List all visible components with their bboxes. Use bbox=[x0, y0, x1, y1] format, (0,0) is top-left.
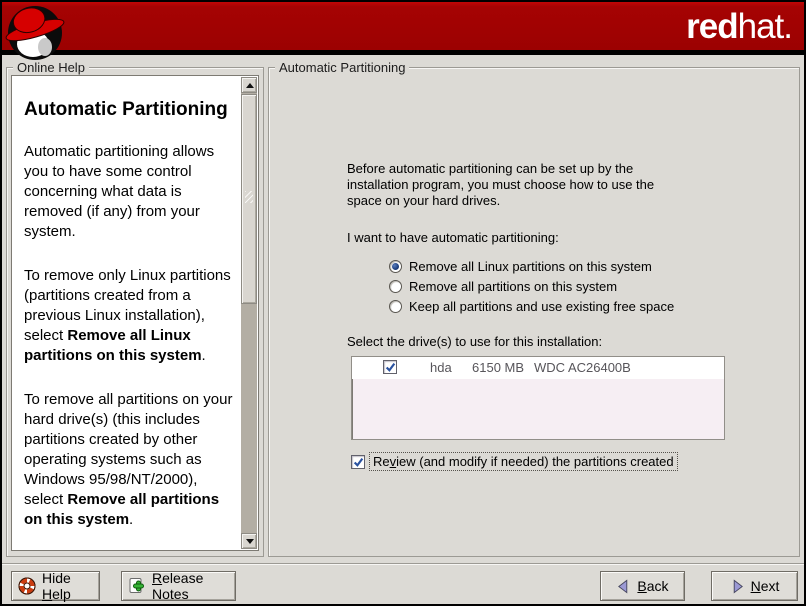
drive-model: WDC AC26400B bbox=[534, 360, 631, 375]
check-icon bbox=[385, 362, 396, 373]
radio-button-icon[interactable] bbox=[389, 280, 402, 293]
drive-device: hda bbox=[430, 360, 452, 375]
drive-row-hda[interactable]: hda 6150 MB WDC AC26400B bbox=[352, 357, 724, 379]
back-button[interactable]: Back bbox=[600, 571, 685, 601]
help-paragraph-2: To remove only Linux partitions (partiti… bbox=[24, 266, 237, 366]
radio-label: Remove all Linux partitions on this syst… bbox=[409, 259, 652, 274]
next-arrow-icon bbox=[730, 579, 745, 594]
scroll-down-button[interactable] bbox=[241, 533, 257, 549]
drive-checkbox[interactable] bbox=[383, 360, 397, 374]
radio-label: Keep all partitions and use existing fre… bbox=[409, 299, 674, 314]
button-bar: Hide Help Release Notes Back bbox=[2, 563, 804, 606]
prompt-text: I want to have automatic partitioning: bbox=[347, 230, 559, 245]
automatic-partitioning-frame: Automatic Partitioning Before automatic … bbox=[268, 67, 800, 557]
radio-remove-linux-partitions[interactable]: Remove all Linux partitions on this syst… bbox=[389, 256, 674, 276]
hide-help-label: Hide Help bbox=[42, 570, 93, 602]
help-paragraph-1: Automatic partitioning allows you to hav… bbox=[24, 142, 237, 242]
review-checkbox-label: Review (and modify if needed) the partit… bbox=[370, 453, 677, 470]
drive-size: 6150 MB bbox=[472, 360, 524, 375]
scroll-up-button[interactable] bbox=[241, 77, 257, 93]
next-mnemonic: N bbox=[751, 578, 761, 594]
installer-window: redhat. Online Help Automatic Partitioni… bbox=[0, 0, 806, 606]
review-checkbox[interactable] bbox=[351, 455, 365, 469]
hide-help-post: elp bbox=[52, 586, 71, 602]
automatic-partitioning-frame-label: Automatic Partitioning bbox=[275, 60, 409, 75]
scrollbar-thumb[interactable] bbox=[241, 94, 257, 304]
partitioning-radio-group: Remove all Linux partitions on this syst… bbox=[389, 256, 674, 316]
online-help-frame: Online Help Automatic Partitioning Autom… bbox=[6, 67, 264, 557]
next-label: Next bbox=[751, 578, 780, 594]
next-post: ext bbox=[761, 578, 780, 594]
help-p3-period: . bbox=[129, 511, 133, 528]
release-notes-mnemonic: R bbox=[152, 570, 162, 586]
back-mnemonic: B bbox=[637, 578, 646, 594]
back-label: Back bbox=[637, 578, 668, 594]
wordmark-hat: hat. bbox=[738, 7, 792, 46]
redhat-wordmark: redhat. bbox=[686, 6, 792, 48]
help-title: Automatic Partitioning bbox=[24, 100, 237, 120]
wordmark-red: red bbox=[686, 7, 737, 46]
redhat-shadowman-logo-icon bbox=[5, 3, 65, 68]
radio-keep-all-partitions[interactable]: Keep all partitions and use existing fre… bbox=[389, 296, 674, 316]
help-text: Automatic Partitioning Automatic partiti… bbox=[12, 76, 241, 550]
radio-button-icon[interactable] bbox=[389, 260, 402, 273]
review-label-post: iew (and modify if needed) the partition… bbox=[396, 454, 674, 469]
release-notes-button[interactable]: Release Notes bbox=[121, 571, 236, 601]
arrow-down-icon bbox=[246, 539, 254, 544]
radio-label: Remove all partitions on this system bbox=[409, 279, 617, 294]
check-icon bbox=[353, 457, 364, 468]
back-arrow-icon bbox=[616, 579, 631, 594]
radio-button-icon[interactable] bbox=[389, 300, 402, 313]
next-button[interactable]: Next bbox=[711, 571, 798, 601]
radio-remove-all-partitions[interactable]: Remove all partitions on this system bbox=[389, 276, 674, 296]
help-scrollbar[interactable] bbox=[241, 77, 257, 549]
life-preserver-icon bbox=[18, 577, 36, 595]
drives-select-label: Select the drive(s) to use for this inst… bbox=[347, 334, 602, 349]
hide-help-pre: Hide bbox=[42, 570, 71, 586]
drive-list[interactable]: hda 6150 MB WDC AC26400B bbox=[351, 356, 725, 440]
arrow-up-icon bbox=[246, 83, 254, 88]
release-notes-label: Release Notes bbox=[152, 570, 229, 602]
header-banner: redhat. bbox=[2, 2, 804, 50]
intro-text: Before automatic partitioning can be set… bbox=[347, 161, 665, 209]
review-partitions-checkbox-row[interactable]: Review (and modify if needed) the partit… bbox=[351, 453, 677, 470]
content-area: Online Help Automatic Partitioning Autom… bbox=[2, 55, 804, 563]
review-label-pre: Re bbox=[373, 454, 390, 469]
hide-help-button[interactable]: Hide Help bbox=[11, 571, 100, 601]
release-notes-icon bbox=[128, 577, 146, 595]
back-post: ack bbox=[647, 578, 669, 594]
help-p2-period: . bbox=[202, 347, 206, 364]
help-paragraph-3: To remove all partitions on your hard dr… bbox=[24, 390, 237, 530]
hide-help-mnemonic: H bbox=[42, 586, 52, 602]
help-viewport: Automatic Partitioning Automatic partiti… bbox=[11, 75, 259, 551]
